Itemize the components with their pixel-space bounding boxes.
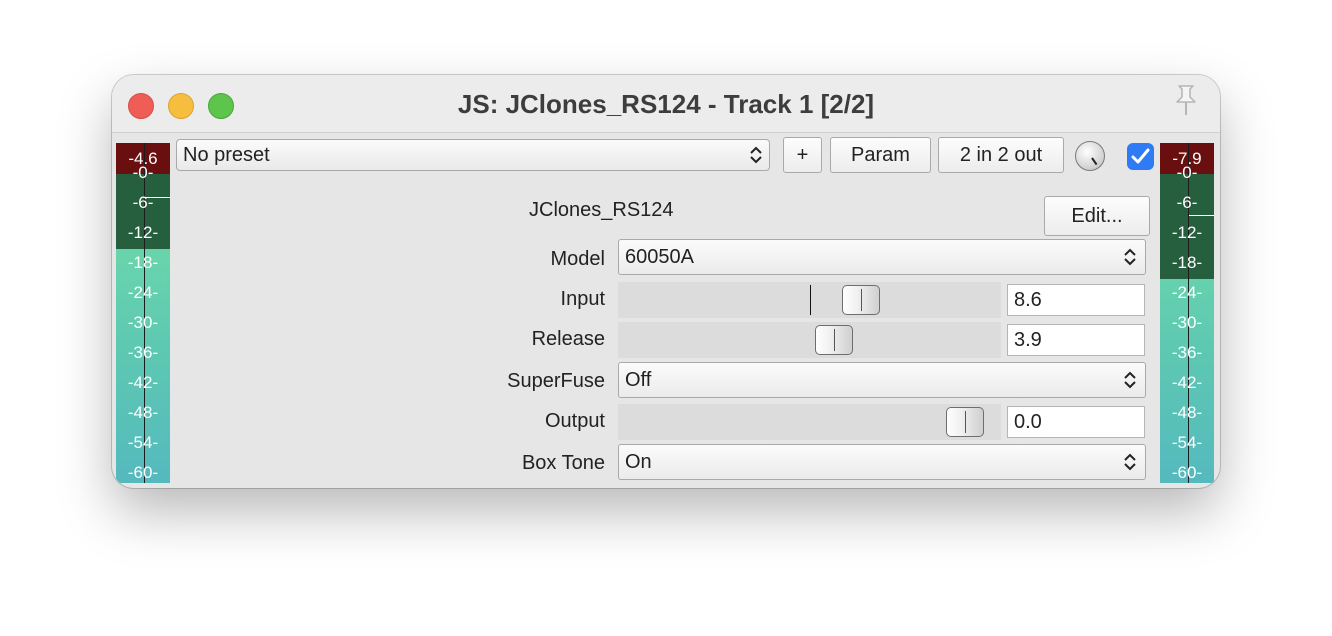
param-label-box-tone: Box Tone bbox=[521, 452, 605, 474]
slider-handle[interactable] bbox=[842, 285, 880, 315]
pin-icon[interactable] bbox=[1170, 83, 1202, 117]
meter-tick: -24- bbox=[127, 283, 159, 302]
meter-tick: -30- bbox=[127, 313, 159, 332]
output-value-field[interactable]: 0.0 bbox=[1007, 406, 1145, 438]
meter-tick: -18- bbox=[127, 253, 159, 272]
chevron-updown-icon bbox=[750, 146, 762, 164]
input-level-meter: -4.6 -0- -6- -12- -18- -24- -30- -36- -4… bbox=[116, 143, 170, 483]
wet-dry-knob[interactable] bbox=[1075, 141, 1105, 171]
param-label-input: Input bbox=[560, 288, 605, 310]
input-value-field[interactable]: 8.6 bbox=[1007, 284, 1145, 316]
plugin-window: JS: JClones_RS124 - Track 1 [2/2] -4.6 -… bbox=[112, 75, 1220, 488]
title-bar: JS: JClones_RS124 - Track 1 [2/2] bbox=[112, 75, 1220, 133]
output-level-meter: -7.9 -0- -6- -12- -18- -24- -30- -36- -4… bbox=[1160, 143, 1214, 483]
chevron-updown-icon bbox=[1124, 371, 1136, 389]
checkmark-icon bbox=[1131, 148, 1150, 164]
meter-tick: -30- bbox=[1171, 313, 1203, 332]
superfuse-dropdown[interactable]: Off bbox=[618, 362, 1146, 398]
meter-tick: -48- bbox=[127, 403, 159, 422]
input-slider[interactable] bbox=[618, 282, 1001, 318]
add-preset-button[interactable]: + bbox=[783, 137, 822, 173]
release-slider[interactable] bbox=[618, 322, 1001, 358]
slider-handle[interactable] bbox=[815, 325, 853, 355]
slider-handle[interactable] bbox=[946, 407, 984, 437]
meter-tick: -36- bbox=[1171, 343, 1203, 362]
slider-default-marker bbox=[810, 285, 811, 315]
meter-tick: -54- bbox=[127, 433, 159, 452]
meter-tick: -6- bbox=[132, 193, 154, 212]
preset-value: No preset bbox=[183, 144, 270, 166]
param-label-release: Release bbox=[531, 328, 605, 350]
meter-tick: -18- bbox=[1171, 253, 1203, 272]
box-tone-dropdown[interactable]: On bbox=[618, 444, 1146, 480]
meter-tick: -6- bbox=[1176, 193, 1198, 212]
release-value-field[interactable]: 3.9 bbox=[1007, 324, 1145, 356]
model-value: 60050A bbox=[625, 246, 694, 268]
meter-tick: -36- bbox=[127, 343, 159, 362]
meter-tick: -24- bbox=[1171, 283, 1203, 302]
param-label-model: Model bbox=[550, 248, 605, 270]
input-value: 8.6 bbox=[1014, 289, 1042, 311]
meter-tick: -54- bbox=[1171, 433, 1203, 452]
knob-indicator bbox=[1091, 157, 1098, 166]
chevron-updown-icon bbox=[1124, 248, 1136, 266]
meter-tick: -42- bbox=[127, 373, 159, 392]
box-tone-value: On bbox=[625, 451, 652, 473]
output-value: 0.0 bbox=[1014, 411, 1042, 433]
output-slider[interactable] bbox=[618, 404, 1001, 440]
meter-tick: -12- bbox=[1171, 223, 1203, 242]
preset-dropdown[interactable]: No preset bbox=[176, 139, 770, 171]
param-label-superfuse: SuperFuse bbox=[507, 370, 605, 392]
window-title: JS: JClones_RS124 - Track 1 [2/2] bbox=[457, 89, 875, 119]
edit-button[interactable]: Edit... bbox=[1044, 196, 1150, 236]
meter-tick: -60- bbox=[127, 463, 159, 482]
meter-tick: -42- bbox=[1171, 373, 1203, 392]
io-routing-button[interactable]: 2 in 2 out bbox=[938, 137, 1064, 173]
release-value: 3.9 bbox=[1014, 329, 1042, 351]
param-button[interactable]: Param bbox=[830, 137, 931, 173]
model-dropdown[interactable]: 60050A bbox=[618, 239, 1146, 275]
meter-peak-marker bbox=[1189, 215, 1214, 216]
meter-tick: -12- bbox=[127, 223, 159, 242]
meter-tick: -60- bbox=[1171, 463, 1203, 482]
meter-tick: -48- bbox=[1171, 403, 1203, 422]
bypass-checkbox[interactable] bbox=[1127, 143, 1154, 170]
plugin-name: JClones_RS124 bbox=[529, 199, 674, 221]
superfuse-value: Off bbox=[625, 369, 652, 391]
meter-tick: -0- bbox=[132, 163, 154, 182]
meter-tick: -0- bbox=[1176, 163, 1198, 182]
chevron-updown-icon bbox=[1124, 453, 1136, 471]
param-label-output: Output bbox=[544, 410, 605, 432]
